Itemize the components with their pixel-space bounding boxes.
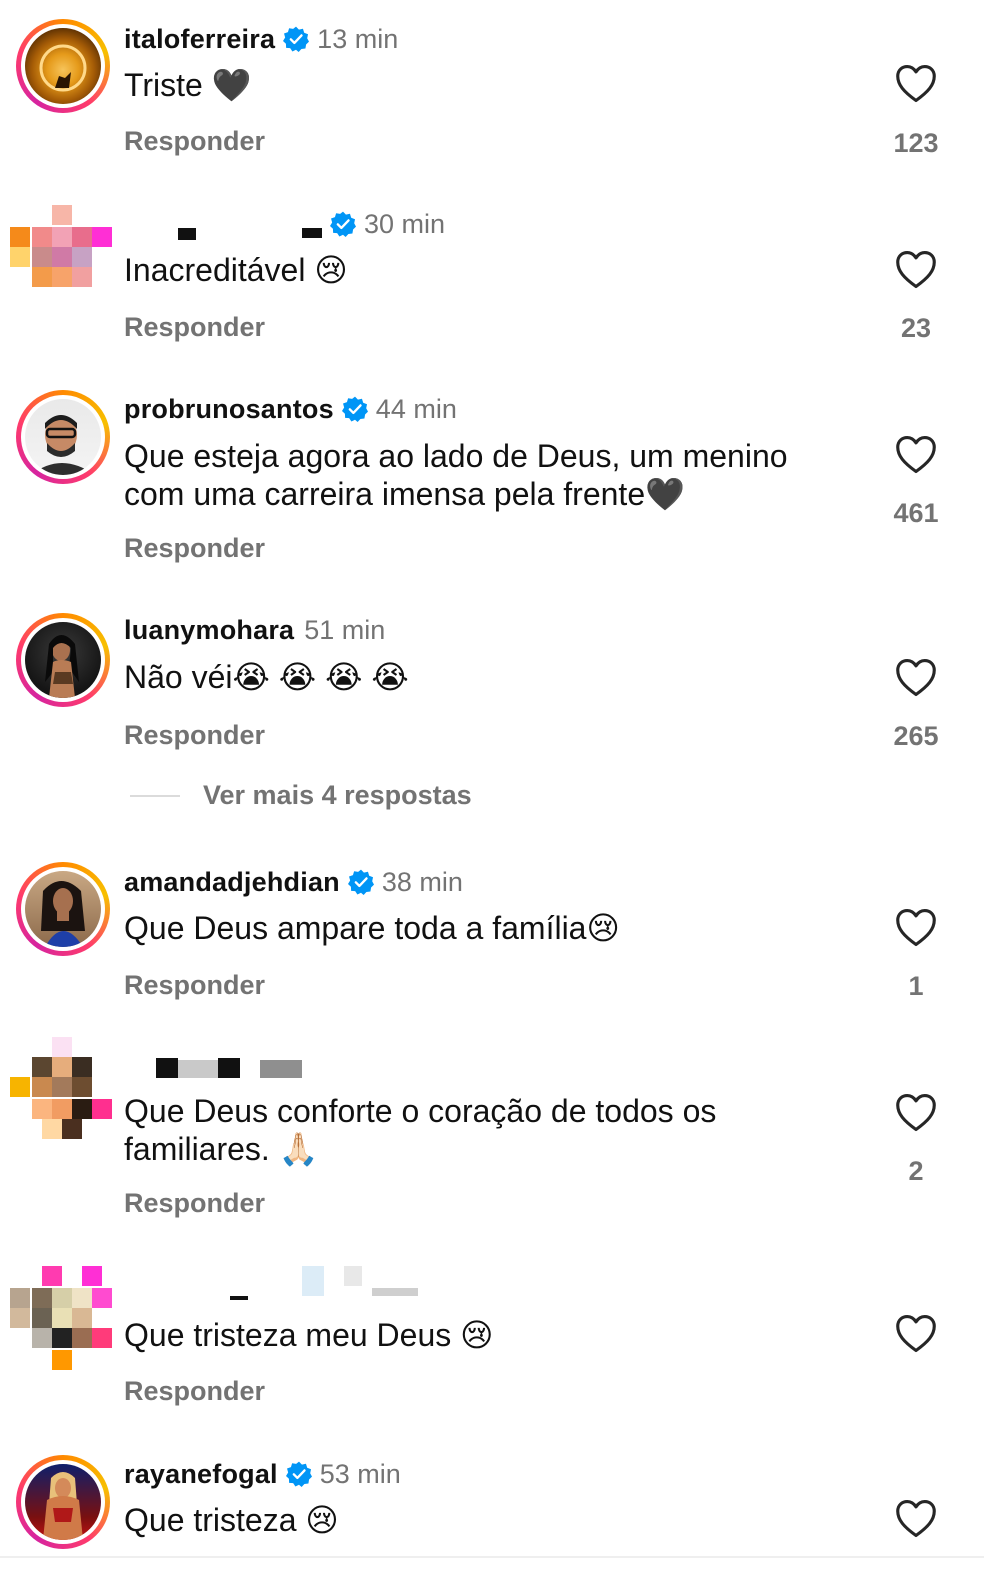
avatar[interactable] [16,862,110,956]
comment-header: luanymohara 51 min [124,613,385,647]
redacted-username [178,1060,218,1078]
comment-text: Não véi😭 😭 😭 😭 [124,659,409,695]
verified-badge-icon [330,211,356,237]
redacted-username [156,1058,178,1078]
reply-button[interactable]: Responder [124,533,265,564]
reply-button[interactable]: Responder [124,126,265,157]
redacted-username [260,1060,302,1078]
like-count[interactable]: 265 [866,721,966,752]
username[interactable]: probrunosantos [124,394,334,425]
avatar[interactable] [16,19,110,113]
redacted-username [302,1266,324,1296]
avatar[interactable] [16,613,110,707]
heart-outline-icon[interactable] [895,435,937,475]
comment-text: Que tristeza meu Deus 😢 [124,1317,494,1353]
timestamp: 30 min [364,208,446,239]
comment-text: Triste 🖤 [124,67,252,103]
username[interactable]: rayanefogal [124,1459,278,1490]
verified-badge-icon [348,869,374,895]
reply-button[interactable]: Responder [124,1376,265,1407]
reply-button[interactable]: Responder [124,970,265,1001]
comment-header: 30 min [322,207,445,241]
redacted-username [178,228,196,240]
comment-header: italoferreira 13 min [124,22,398,56]
reply-button[interactable]: Responder [124,720,265,751]
comment-text: Inacreditável 😢 [124,252,348,288]
like-count[interactable]: 2 [866,1156,966,1187]
verified-badge-icon [342,396,368,422]
heart-outline-icon[interactable] [895,250,937,290]
redacted-username [218,1058,240,1078]
avatar[interactable] [10,1266,114,1370]
redacted-username [302,228,322,238]
username[interactable]: italoferreira [124,24,275,55]
heart-outline-icon[interactable] [895,1093,937,1133]
redacted-username [230,1296,248,1300]
redacted-username [344,1266,362,1286]
reply-button[interactable]: Responder [124,312,265,343]
username[interactable]: amandadjehdian [124,867,340,898]
username[interactable]: luanymohara [124,615,294,646]
avatar[interactable] [16,390,110,484]
like-count[interactable]: 123 [866,128,966,159]
heart-outline-icon[interactable] [895,64,937,104]
verified-badge-icon [283,26,309,52]
heart-outline-icon[interactable] [895,658,937,698]
heart-outline-icon[interactable] [895,1499,937,1539]
like-count[interactable]: 1 [866,971,966,1002]
timestamp: 44 min [375,393,457,424]
avatar[interactable] [16,1455,110,1549]
comment-header: rayanefogal 53 min [124,1457,401,1491]
timestamp: 53 min [319,1458,401,1489]
verified-badge-icon [286,1461,312,1487]
timestamp: 38 min [381,866,463,897]
comment-text: Que tristeza 😢 [124,1502,339,1538]
comment-text: Que Deus conforte o coração de todos os … [124,1093,717,1167]
comment-header: amandadjehdian 38 min [124,865,463,899]
heart-outline-icon[interactable] [895,908,937,948]
avatar[interactable] [10,205,114,309]
comment-header: probrunosantos 44 min [124,392,457,426]
replies-divider [130,795,180,797]
like-count[interactable]: 461 [866,498,966,529]
like-count[interactable]: 23 [866,313,966,344]
comment-text: Que esteja agora ao lado de Deus, um men… [124,438,788,512]
timestamp: 13 min [317,23,399,54]
heart-outline-icon[interactable] [895,1314,937,1354]
avatar[interactable] [10,1037,114,1141]
reply-button[interactable]: Responder [124,1188,265,1219]
bottom-divider [0,1556,984,1558]
timestamp: 51 min [304,614,386,645]
view-more-replies-button[interactable]: Ver mais 4 respostas [203,780,472,811]
comment-text: Que Deus ampare toda a família😢 [124,910,620,946]
redacted-username [372,1288,418,1296]
